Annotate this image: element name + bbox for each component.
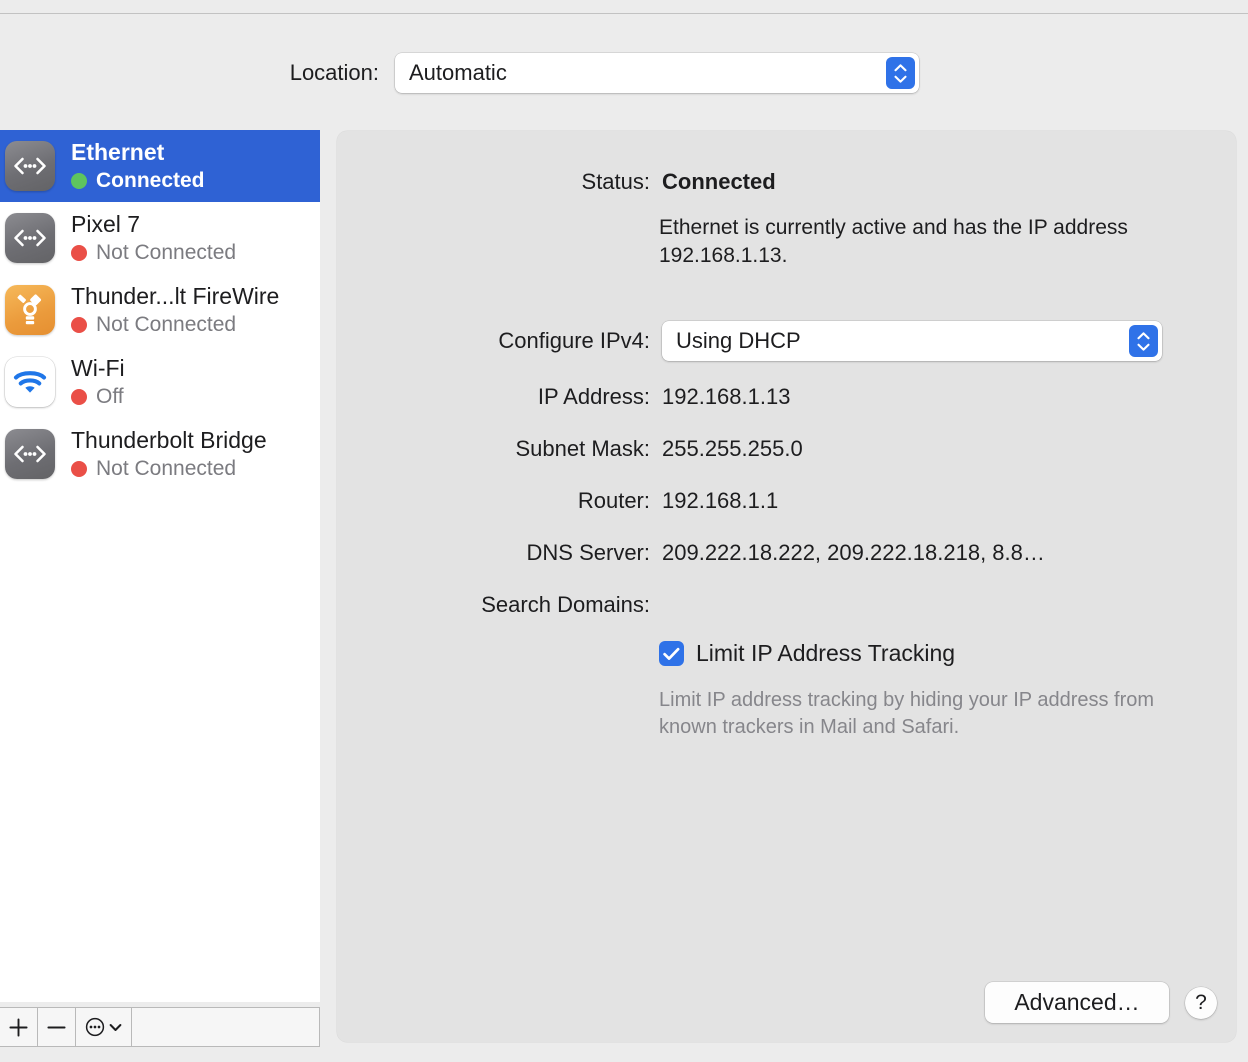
sidebar-item-status: Not Connected <box>71 313 279 337</box>
wifi-icon <box>5 357 55 407</box>
ethernet-icon <box>5 141 55 191</box>
sidebar-item-status-label: Not Connected <box>96 240 237 264</box>
router-value: 192.168.1.1 <box>662 488 779 513</box>
ip-address-label: IP Address: <box>537 384 650 409</box>
location-selected-value: Automatic <box>409 60 507 85</box>
sidebar-item-status-label: Off <box>96 384 124 408</box>
subnet-mask-row: Subnet Mask: 255.255.255.0 <box>337 436 1236 462</box>
configure-ipv4-label: Configure IPv4: <box>498 328 650 353</box>
sidebar-item-name: Pixel 7 <box>71 211 141 238</box>
status-dot-icon <box>71 388 87 405</box>
ethernet-icon <box>5 429 55 479</box>
sidebar-item-name: Wi-Fi <box>71 355 125 382</box>
checkmark-icon <box>663 647 680 660</box>
service-actions-button[interactable] <box>76 1008 132 1046</box>
sidebar-item-text: Thunder...lt FireWire Not Connected <box>55 283 279 336</box>
dns-server-label: DNS Server: <box>526 540 650 565</box>
chevron-up-down-icon[interactable] <box>1129 325 1158 357</box>
status-row: Status: Connected <box>337 169 1236 195</box>
limit-ip-tracking-checkbox[interactable] <box>659 641 684 666</box>
location-row: Location: Automatic <box>0 50 1248 96</box>
sidebar-toolbar <box>0 1007 320 1047</box>
ip-address-value: 192.168.1.13 <box>662 384 791 409</box>
sidebar-item-text: Thunderbolt Bridge Not Connected <box>55 427 267 480</box>
ethernet-icon <box>5 213 55 263</box>
sidebar-item-name: Thunder...lt FireWire <box>71 283 280 310</box>
limit-ip-tracking-description: Limit IP address tracking by hiding your… <box>659 689 1155 738</box>
limit-ip-tracking-row[interactable]: Limit IP Address Tracking <box>659 640 955 667</box>
sidebar-item-status: Connected <box>71 169 205 193</box>
sidebar-item-text: Ethernet Connected <box>55 139 205 192</box>
network-services-list[interactable]: Ethernet Connected Pixel 7 Not Connected <box>0 130 320 1002</box>
status-value: Connected <box>662 169 776 194</box>
subnet-mask-value: 255.255.255.0 <box>662 436 803 461</box>
toolbar-filler <box>132 1008 319 1046</box>
chevron-up-down-icon[interactable] <box>886 57 915 89</box>
dns-server-row: DNS Server: 209.222.18.222, 209.222.18.2… <box>337 540 1236 566</box>
configure-ipv4-popup-button[interactable]: Using DHCP <box>662 321 1162 361</box>
sidebar-item-status-label: Not Connected <box>96 312 237 336</box>
window-top-divider <box>0 13 1248 14</box>
sidebar-item-status: Not Connected <box>71 457 267 481</box>
advanced-button[interactable]: Advanced… <box>985 982 1169 1023</box>
dns-server-value: 209.222.18.222, 209.222.18.218, 8.8… <box>662 540 1045 565</box>
help-button[interactable]: ? <box>1185 987 1217 1019</box>
configure-ipv4-row: Configure IPv4: Using DHCP <box>337 321 1236 361</box>
configure-ipv4-selected-value: Using DHCP <box>676 328 801 353</box>
service-detail-panel: Status: Connected Ethernet is currently … <box>337 131 1236 1042</box>
sidebar-item-status-label: Not Connected <box>96 456 237 480</box>
status-dot-icon <box>71 460 87 477</box>
sidebar-item-name: Thunderbolt Bridge <box>71 427 267 454</box>
limit-ip-tracking-label: Limit IP Address Tracking <box>696 640 956 666</box>
sidebar-item-text: Pixel 7 Not Connected <box>55 211 236 264</box>
remove-service-button[interactable] <box>38 1008 76 1046</box>
router-row: Router: 192.168.1.1 <box>337 488 1236 514</box>
sidebar-item-name: Ethernet <box>71 139 165 166</box>
status-dot-icon <box>71 316 87 333</box>
status-dot-icon <box>71 244 87 261</box>
status-description: Ethernet is currently active and has the… <box>659 216 1128 267</box>
status-label: Status: <box>581 169 650 194</box>
minus-icon <box>47 1026 66 1028</box>
sidebar-item-status: Not Connected <box>71 241 236 265</box>
sidebar-item-text: Wi-Fi Off <box>55 355 125 408</box>
add-service-button[interactable] <box>0 1008 38 1046</box>
subnet-mask-label: Subnet Mask: <box>515 436 650 461</box>
sidebar-item-status: Off <box>71 385 125 409</box>
plus-icon <box>9 1017 28 1037</box>
sidebar-item-status-label: Connected <box>96 168 205 192</box>
router-label: Router: <box>577 488 650 513</box>
search-domains-row: Search Domains: <box>337 592 1236 618</box>
sidebar-item-ethernet[interactable]: Ethernet Connected <box>0 130 320 202</box>
location-popup-button[interactable]: Automatic <box>395 53 919 93</box>
more-options-icon <box>85 1017 105 1037</box>
location-label: Location: <box>289 60 379 85</box>
chevron-down-icon <box>109 1023 122 1031</box>
firewire-icon <box>5 285 55 335</box>
search-domains-label: Search Domains: <box>481 592 650 617</box>
sidebar-item-thunderbolt-bridge[interactable]: Thunderbolt Bridge Not Connected <box>0 418 320 490</box>
status-dot-icon <box>71 172 87 189</box>
ip-address-row: IP Address: 192.168.1.13 <box>337 384 1236 410</box>
sidebar-item-thunderbolt-firewire[interactable]: Thunder...lt FireWire Not Connected <box>0 274 320 346</box>
sidebar-item-pixel-7[interactable]: Pixel 7 Not Connected <box>0 202 320 274</box>
sidebar-item-wi-fi[interactable]: Wi-Fi Off <box>0 346 320 418</box>
